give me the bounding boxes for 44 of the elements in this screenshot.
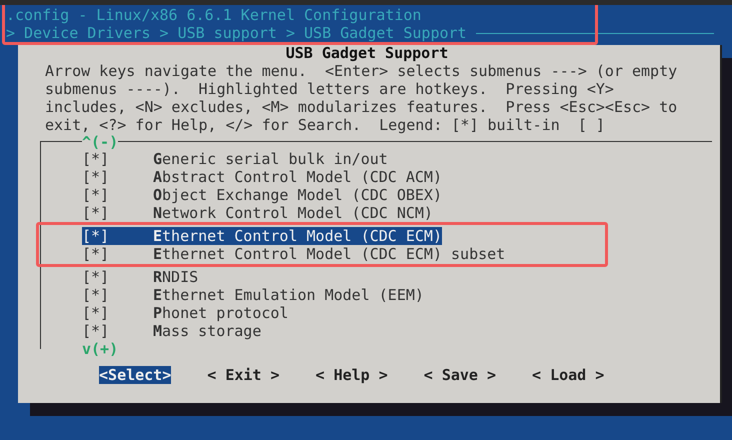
dialog-title: USB Gadget Support	[286, 45, 448, 61]
menu-item-label: Object Exchange Model (CDC OBEX)	[153, 186, 442, 204]
dialog-button[interactable]: < Exit >	[207, 366, 280, 384]
dialog-button[interactable]: < Load >	[532, 366, 604, 384]
window-title: .config - Linux/x86 6.6.1 Kernel Configuration	[5, 6, 422, 24]
help-text-line: Arrow keys navigate the menu. <Enter> selects submenus ---> (or empty	[45, 62, 678, 80]
breadcrumb: > Device Drivers > USB support > USB Gadget Support	[6, 24, 467, 42]
menu-item[interactable]: [*] Ethernet Control Model (CDC ECM) subset	[82, 245, 506, 263]
option-state: [*]	[82, 186, 110, 204]
option-state: [*]	[82, 304, 110, 322]
menu-item-label: Ethernet Control Model (CDC ECM)	[153, 227, 442, 245]
menu-item[interactable]: [*] Network Control Model (CDC NCM)	[82, 204, 433, 222]
menu-item[interactable]: [*] Object Exchange Model (CDC OBEX)	[82, 186, 442, 204]
option-state: [*]	[82, 286, 110, 304]
menu-item[interactable]: [*] Phonet protocol	[82, 304, 288, 322]
help-text-line: includes, <N> excludes, <M> modularizes features. Press <Esc><Esc> to	[45, 98, 678, 116]
option-state: [*]	[82, 268, 110, 286]
menu-item[interactable]: [*] Ethernet Control Model (CDC ECM)	[82, 227, 442, 245]
menu-item-label: Generic serial bulk in/out	[153, 150, 388, 168]
scroll-down-indicator: v(+)	[82, 340, 118, 358]
menu-item[interactable]: [*] RNDIS	[82, 268, 198, 286]
menu-item-label: Ethernet Emulation Model (EEM)	[153, 286, 424, 304]
menu-item[interactable]: [*] Generic serial bulk in/out	[82, 150, 388, 168]
option-state: [*]	[82, 322, 110, 340]
dialog-button[interactable]: < Help >	[316, 366, 388, 384]
help-text-line: exit, <?> for Help, </> for Search. Legend: [*] built-in [ ]	[45, 116, 606, 134]
option-state: [*]	[82, 168, 110, 186]
dialog-button[interactable]: < Save >	[424, 366, 496, 384]
menu-item[interactable]: [*] Mass storage	[82, 322, 262, 340]
option-state: [*]	[82, 150, 110, 168]
option-state: [*]	[82, 245, 110, 263]
menu-item-label: Mass storage	[153, 322, 262, 340]
menu-item[interactable]: [*] Ethernet Emulation Model (EEM)	[82, 286, 424, 304]
option-state: [*]	[82, 204, 110, 222]
menu-item-label: Phonet protocol	[153, 304, 288, 322]
menu-item-label: RNDIS	[153, 268, 198, 286]
menu-item[interactable]: [*] Abstract Control Model (CDC ACM)	[82, 168, 442, 186]
menu-item-label: Ethernet Control Model (CDC ECM) subset	[153, 245, 506, 263]
menu-item-label: Network Control Model (CDC NCM)	[153, 204, 433, 222]
menu-item-label: Abstract Control Model (CDC ACM)	[153, 168, 442, 186]
help-text-line: submenus ----). Highlighted letters are hotkeys. Pressing <Y>	[45, 80, 615, 98]
option-state: [*]	[82, 227, 110, 245]
dialog-button[interactable]: <Select>	[99, 366, 172, 384]
scroll-up-indicator: ^(-)	[82, 133, 118, 151]
